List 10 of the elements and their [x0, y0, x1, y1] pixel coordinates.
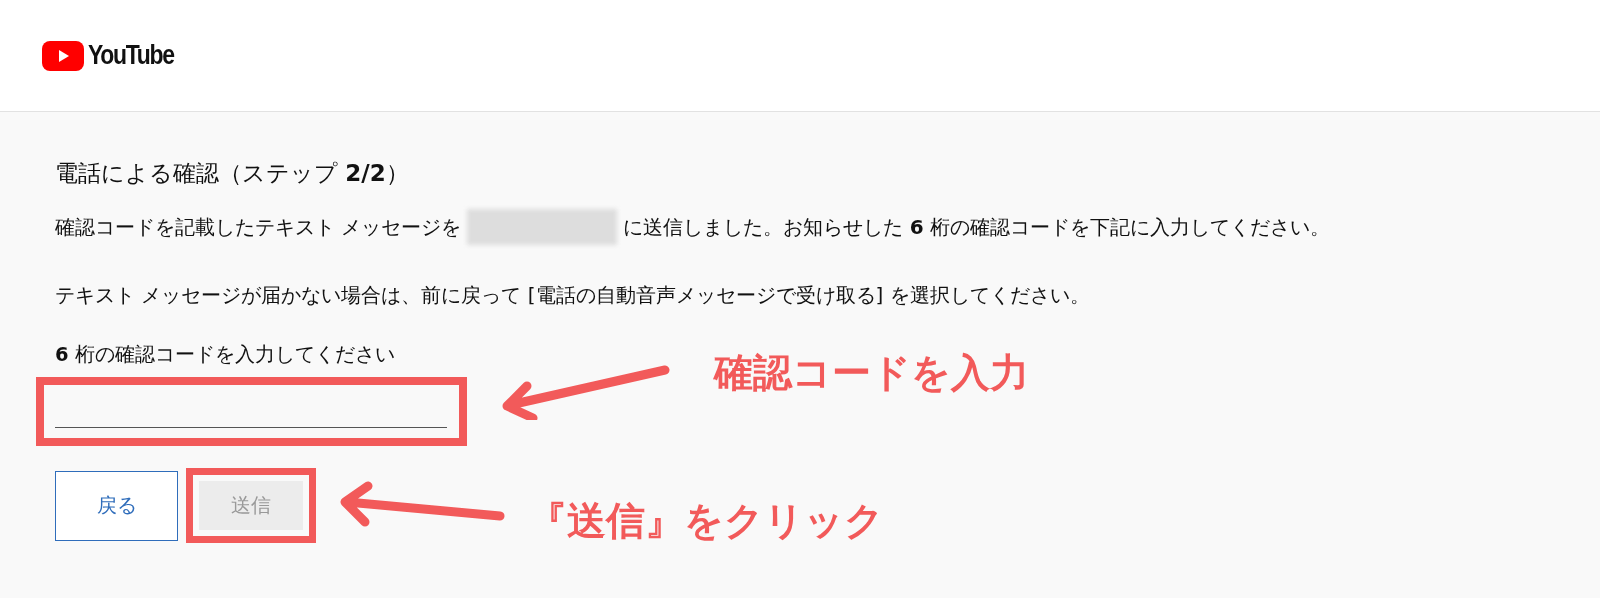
back-button[interactable]: 戻る	[55, 470, 178, 541]
annotation-text: 確認コードを入力	[714, 349, 1029, 397]
message-text: 確認コードを記載したテキスト メッセージを	[55, 214, 462, 241]
page-title: 電話による確認（ステップ 2/2）	[55, 159, 409, 188]
logo-text: YouTube	[88, 40, 174, 71]
annotation-text: 『送信』をクリック	[528, 497, 884, 545]
field-label: 6 桁の確認コードを入力してください	[55, 342, 395, 368]
message-text: に送信しました。お知らせした 6 桁の確認コードを下記に入力してください。	[623, 214, 1330, 241]
play-logo-icon	[42, 40, 84, 71]
hint-text: テキスト メッセージが届かない場合は、前に戻って [電話の自動音声メッセージで受け取る] を選択してください。	[55, 282, 1090, 309]
